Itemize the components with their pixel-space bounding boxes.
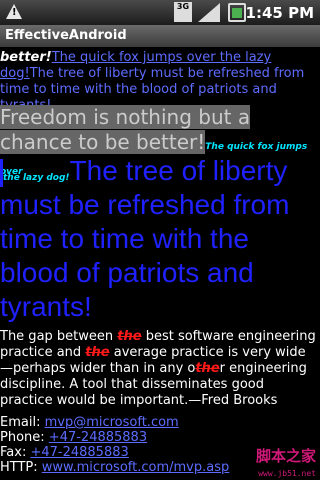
the-highlight-1: the [117,329,142,344]
gap-text-1: The gap between [0,329,118,344]
fax-label: Fax: [0,445,31,460]
watermark-logo: 脚本之家 [255,447,316,465]
watermark-url: www.jb51.net [258,469,316,478]
email-row: Email: mvp@microsoft.com [0,415,318,430]
fax-link[interactable]: +47-24885883 [30,445,128,460]
http-label: HTTP: [0,460,42,475]
app-title-bar: EffectiveAndroid [0,25,320,47]
email-link[interactable]: mvp@microsoft.com [45,415,179,430]
warning-exclamation: ! [12,7,17,18]
battery-icon [228,3,246,22]
signal-icon [198,3,220,22]
content-area[interactable]: better!The quick fox jumps over the lazy… [0,47,320,480]
phone-link[interactable]: +47-24885883 [49,430,147,445]
blue-paragraph: the lazy dog!The tree of liberty must be… [0,154,320,324]
better-text: better! [0,50,52,65]
http-link[interactable]: www.microsoft.com/mvp.asp [42,460,229,475]
email-label: Email: [0,415,45,430]
the-highlight-3: the [195,361,220,376]
app-title: EffectiveAndroid [5,28,127,43]
phone-row: Phone: +47-24885883 [0,430,318,445]
gap-paragraph: The gap between the best software engine… [0,329,318,409]
the-highlight-2: the [85,345,110,360]
lazy-dog-text: the lazy dog! [3,173,70,183]
status-bar: ! 3G 1:45 PM [0,0,320,25]
phone-label: Phone: [0,430,49,445]
status-time: 1:45 PM [245,4,314,22]
network-type-badge: 3G [174,2,192,22]
